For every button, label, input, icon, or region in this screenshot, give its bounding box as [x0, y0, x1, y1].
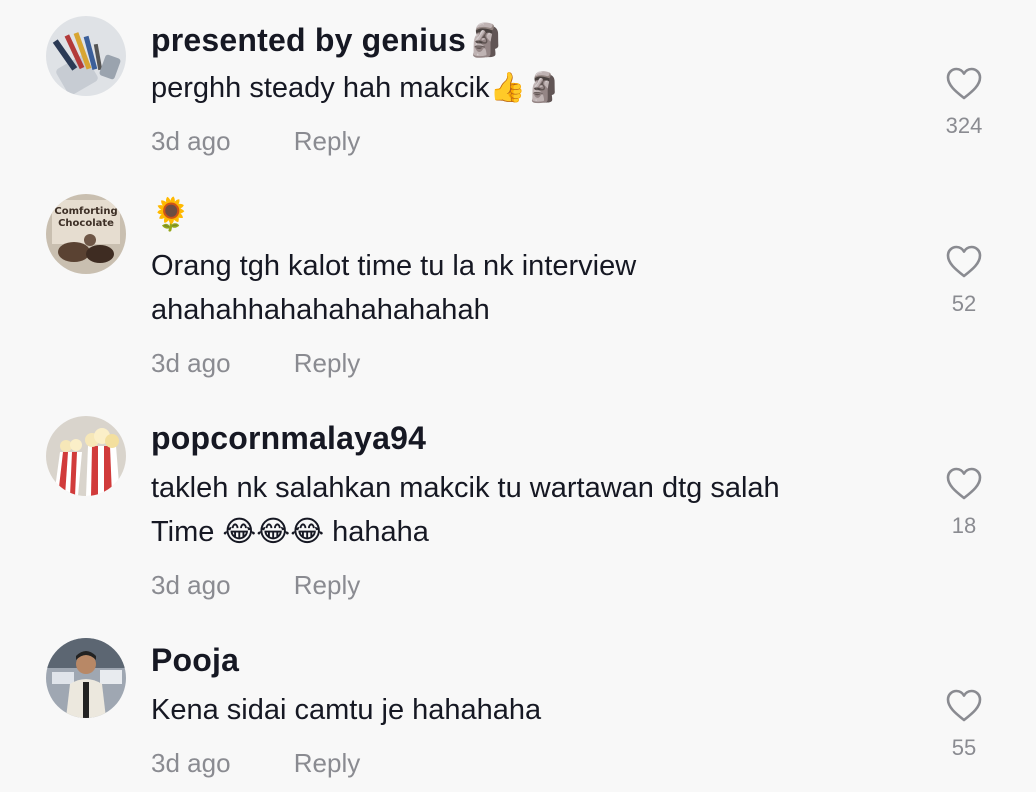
comment-meta: 3d ago Reply — [151, 125, 360, 157]
heart-icon[interactable] — [945, 688, 983, 724]
comment-text-line: takleh nk salahkan makcik tu wartawan dt… — [151, 472, 780, 504]
like-count: 324 — [945, 113, 983, 138]
reply-button[interactable]: Reply — [294, 747, 360, 779]
sunflower-icon: 🌻 — [151, 195, 192, 233]
like-button[interactable]: 55 — [934, 688, 994, 762]
comment-timestamp: 3d ago — [151, 348, 231, 378]
like-count: 55 — [951, 735, 977, 760]
comment-meta: 3d ago Reply — [151, 747, 360, 779]
comment-text-line: perghh steady hah makcik👍🗿 — [151, 72, 562, 104]
avatar[interactable] — [46, 638, 126, 718]
like-button[interactable]: 324 — [934, 66, 994, 140]
comment-text: Orang tgh kalot time tu la nk interview … — [151, 244, 636, 332]
comment-username[interactable]: Pooja — [151, 640, 239, 680]
heart-icon[interactable] — [945, 66, 983, 102]
heart-icon[interactable] — [945, 244, 983, 280]
comment-meta: 3d ago Reply — [151, 569, 360, 601]
popcorn-avatar-icon — [46, 416, 126, 496]
avatar[interactable] — [46, 16, 126, 96]
like-button[interactable]: 18 — [934, 466, 994, 540]
comment-text-line: Kena sidai camtu je hahahaha — [151, 694, 542, 726]
comment-username[interactable]: presented by genius🗿 — [151, 20, 506, 60]
comment-timestamp: 3d ago — [151, 748, 231, 778]
person-avatar-icon — [46, 638, 126, 718]
pens-cup-avatar-icon — [46, 16, 126, 96]
comment-text: perghh steady hah makcik👍🗿 — [151, 66, 562, 110]
reply-button[interactable]: Reply — [294, 347, 360, 379]
reply-button[interactable]: Reply — [294, 569, 360, 601]
avatar[interactable] — [46, 416, 126, 496]
heart-icon[interactable] — [945, 466, 983, 502]
like-button[interactable]: 52 — [934, 244, 994, 318]
like-count: 52 — [951, 291, 977, 316]
comment-text: Kena sidai camtu je hahahaha — [151, 688, 541, 732]
comforting-chocolate-avatar-icon: Comforting Chocolate — [46, 194, 126, 274]
comment-timestamp: 3d ago — [151, 126, 231, 156]
comment-text-line: Time 😂😂😂 hahaha — [151, 516, 429, 548]
comment-timestamp: 3d ago — [151, 570, 231, 600]
avatar-label: Chocolate — [58, 218, 114, 229]
like-count: 18 — [951, 513, 977, 538]
comment-text-line: ahahahhahahahahahahah — [151, 294, 490, 326]
comment-username[interactable]: popcornmalaya94 — [151, 418, 426, 458]
reply-button[interactable]: Reply — [294, 125, 360, 157]
comment-username[interactable]: 🌻 — [151, 194, 191, 234]
avatar[interactable]: Comforting Chocolate — [46, 194, 126, 274]
comment-meta: 3d ago Reply — [151, 347, 360, 379]
comment-text: takleh nk salahkan makcik tu wartawan dt… — [151, 466, 780, 554]
comment-text-line: Orang tgh kalot time tu la nk interview — [151, 250, 637, 282]
avatar-label: Comforting — [54, 206, 117, 217]
